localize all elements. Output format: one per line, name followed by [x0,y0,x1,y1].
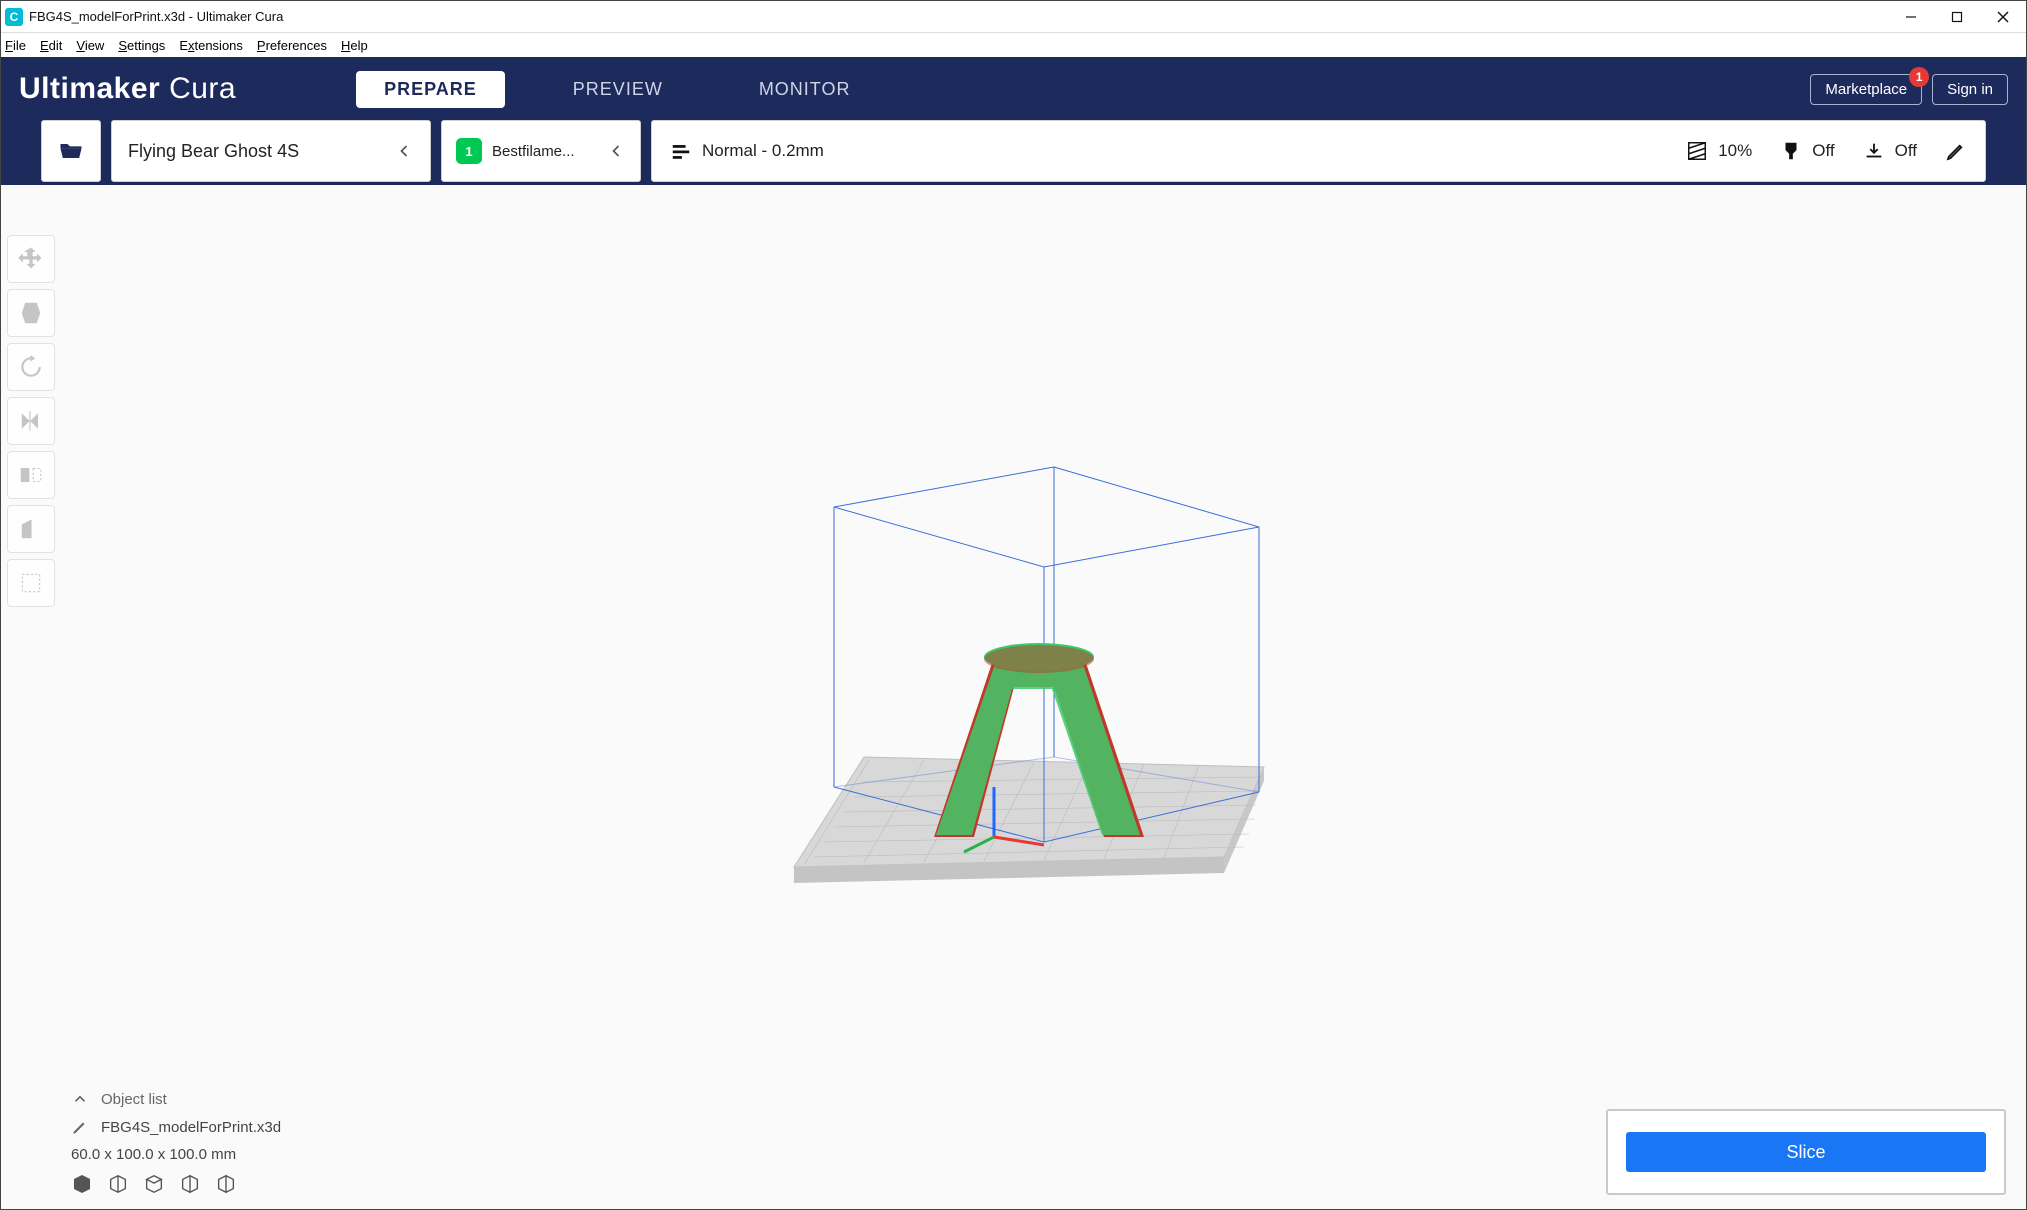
marketplace-badge: 1 [1909,67,1929,87]
tab-prepare[interactable]: PREPARE [356,71,505,108]
menu-edit[interactable]: Edit [40,38,62,53]
close-button[interactable] [1980,1,2026,33]
title-bar: C FBG4S_modelForPrint.x3d - Ultimaker Cu… [1,1,2026,33]
viewport-area: Object list FBG4S_modelForPrint.x3d 60.0… [1,185,2026,1209]
brand-logo: Ultimaker Cura [19,72,236,106]
menu-extensions[interactable]: Extensions [179,38,243,53]
object-list: Object list FBG4S_modelForPrint.x3d 60.0… [71,1090,281,1195]
view-3d-icon[interactable] [71,1173,93,1195]
infill-icon [1686,140,1708,162]
open-file-button[interactable] [41,120,101,182]
menu-help[interactable]: Help [341,38,368,53]
material-selector[interactable]: 1 Bestfilame... [441,120,641,182]
3d-viewport[interactable] [1,185,2026,1209]
marketplace-label: Marketplace [1825,81,1907,98]
adhesion-icon [1863,140,1885,162]
view-right-icon[interactable] [215,1173,237,1195]
object-dimensions: 60.0 x 100.0 x 100.0 mm [71,1146,236,1163]
signin-button[interactable]: Sign in [1932,74,2008,105]
support-icon [1780,140,1802,162]
printer-selector[interactable]: Flying Bear Ghost 4S [111,120,431,182]
printer-name: Flying Bear Ghost 4S [128,141,299,162]
chevron-up-icon[interactable] [71,1090,89,1108]
app-icon: C [5,8,23,26]
menu-file[interactable]: File [5,38,26,53]
stage-tabs: PREPARE PREVIEW MONITOR [356,71,878,108]
extruder-badge: 1 [456,138,482,164]
tab-monitor[interactable]: MONITOR [731,71,879,108]
chevron-left-icon [394,141,414,161]
profile-label: Normal - 0.2mm [702,141,824,161]
material-label: Bestfilame... [492,143,596,160]
menu-preferences[interactable]: Preferences [257,38,327,53]
adhesion-label: Off [1895,141,1917,161]
maximize-button[interactable] [1934,1,1980,33]
view-orientation-row [71,1173,281,1195]
edit-icon[interactable] [1945,140,1967,162]
support-label: Off [1812,141,1834,161]
print-settings-panel[interactable]: Normal - 0.2mm 10% Off Off [651,120,1986,182]
config-bar: Flying Bear Ghost 4S 1 Bestfilame... Nor… [41,120,1986,182]
window-title: FBG4S_modelForPrint.x3d - Ultimaker Cura [29,9,283,24]
slice-panel: Slice [1606,1109,2006,1195]
object-list-header[interactable]: Object list [101,1091,167,1108]
view-top-icon[interactable] [143,1173,165,1195]
minimize-button[interactable] [1888,1,1934,33]
folder-open-icon [57,137,85,165]
chevron-left-icon [606,141,626,161]
view-front-icon[interactable] [107,1173,129,1195]
marketplace-button[interactable]: Marketplace 1 [1810,74,1922,105]
object-filename[interactable]: FBG4S_modelForPrint.x3d [101,1119,281,1136]
support-segment: Off [1780,140,1834,162]
brand-light: Cura [169,72,236,105]
tab-preview[interactable]: PREVIEW [545,71,691,108]
infill-label: 10% [1718,141,1752,161]
menu-bar: File Edit View Settings Extensions Prefe… [1,33,2026,57]
app-header: Ultimaker Cura PREPARE PREVIEW MONITOR M… [1,57,2026,121]
layers-icon [670,140,692,162]
profile-segment: Normal - 0.2mm [670,140,824,162]
adhesion-segment: Off [1863,140,1917,162]
view-left-icon[interactable] [179,1173,201,1195]
brand-bold: Ultimaker [19,72,160,105]
infill-segment: 10% [1686,140,1752,162]
menu-settings[interactable]: Settings [118,38,165,53]
slice-button[interactable]: Slice [1626,1132,1986,1172]
menu-view[interactable]: View [76,38,104,53]
pencil-icon[interactable] [71,1118,89,1136]
